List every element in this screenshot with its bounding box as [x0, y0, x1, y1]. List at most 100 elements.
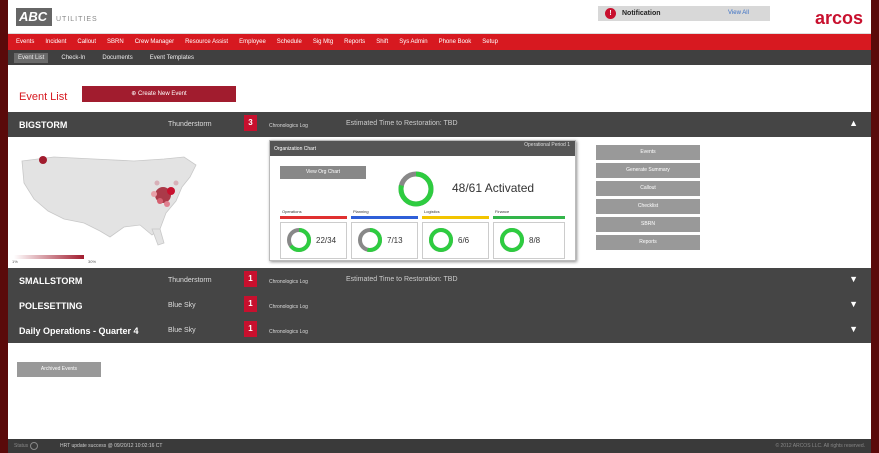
nav-item-sbrn[interactable]: SBRN	[107, 39, 124, 45]
chevron-down-icon[interactable]: ▼	[849, 324, 858, 334]
category-count: 6/6	[458, 236, 470, 245]
nav-item-resource-assist[interactable]: Resource Assist	[185, 39, 228, 45]
event-name: POLESETTING	[19, 301, 83, 311]
event-row-polesetting[interactable]: POLESETTING Blue Sky 1 Chronologics Log …	[8, 293, 871, 318]
event-details-bigstorm: 1% 30% Organization Chart Operational Pe…	[8, 137, 871, 268]
view-org-chart-button[interactable]: View Org Chart	[280, 166, 366, 179]
impact-marker	[151, 191, 157, 197]
florida-outline	[151, 228, 165, 246]
event-name: Daily Operations - Quarter 4	[19, 326, 139, 336]
chronologics-log-link[interactable]: Chronologics Log	[269, 329, 308, 335]
event-count-badge: 1	[244, 271, 257, 287]
view-all-link[interactable]: View All	[728, 6, 749, 21]
category-count: 22/34	[316, 236, 337, 245]
category-operations: Operations 22/34	[280, 209, 347, 262]
create-button-label: Create New Event	[138, 91, 187, 97]
category-color-bar	[422, 216, 489, 219]
category-count: 8/8	[529, 236, 541, 245]
nav-item-shift[interactable]: Shift	[376, 39, 388, 45]
org-chart-title: Organization Chart	[274, 146, 316, 152]
status-label: Status	[14, 443, 29, 449]
archived-events-button[interactable]: Archived Events	[17, 362, 101, 377]
category-box[interactable]: 22/34	[280, 222, 347, 259]
organization-chart-panel: Organization Chart Operational Period 1 …	[269, 140, 576, 261]
chevron-down-icon[interactable]: ▼	[849, 299, 858, 309]
app-window: ABC UTILITIES ! Notification View All ar…	[8, 0, 871, 453]
nav-item-crew-manager[interactable]: Crew Manager	[135, 39, 174, 45]
chevron-down-icon[interactable]: ▼	[849, 274, 858, 284]
event-count-badge: 1	[244, 296, 257, 312]
callout-button[interactable]: Callout	[596, 181, 700, 196]
company-subtitle: UTILITIES	[56, 16, 98, 23]
category-label: Operations	[282, 209, 302, 214]
category-color-bar	[280, 216, 347, 219]
org-chart-header: Organization Chart Operational Period 1	[270, 141, 575, 156]
category-planning: Planning 7/13	[351, 209, 418, 262]
nav-item-reports[interactable]: Reports	[344, 39, 365, 45]
impact-marker	[39, 156, 47, 164]
category-box[interactable]: 8/8	[493, 222, 565, 259]
category-color-bar	[493, 216, 565, 219]
subnav-item-documents[interactable]: Documents	[98, 53, 136, 63]
chronologics-log-link[interactable]: Chronologics Log	[269, 304, 308, 310]
activated-count: 48/61 Activated	[452, 181, 535, 195]
notification-label: Notification	[622, 10, 661, 17]
category-label: Finance	[495, 209, 510, 214]
main-nav: Events Incident Callout SBRN Crew Manage…	[8, 34, 871, 50]
sbrn-button[interactable]: SBRN	[596, 217, 700, 232]
checklist-button[interactable]: Checklist	[596, 199, 700, 214]
create-new-event-button[interactable]: ⊕ Create New Event	[82, 86, 236, 102]
nav-item-incident[interactable]: Incident	[45, 39, 66, 45]
reports-button[interactable]: Reports	[596, 235, 700, 250]
nav-item-phone-book[interactable]: Phone Book	[439, 39, 472, 45]
event-row-daily-operations[interactable]: Daily Operations - Quarter 4 Blue Sky 1 …	[8, 318, 871, 343]
event-row-smallstorm[interactable]: SMALLSTORM Thunderstorm 1 Chronologics L…	[8, 268, 871, 293]
nav-item-callout[interactable]: Callout	[77, 39, 96, 45]
event-etr: Estimated Time to Restoration: TBD	[346, 120, 458, 127]
nav-item-sig-mtg[interactable]: Sig Mtg	[313, 39, 333, 45]
category-box[interactable]: 6/6	[422, 222, 489, 259]
nav-item-employee[interactable]: Employee	[239, 39, 266, 45]
subnav-item-event-list[interactable]: Event List	[14, 52, 49, 63]
category-label: Logistics	[424, 209, 440, 214]
event-type: Blue Sky	[168, 327, 196, 334]
info-icon[interactable]	[30, 442, 38, 450]
nav-item-events[interactable]: Events	[16, 39, 34, 45]
impact-marker	[157, 198, 163, 204]
impact-marker	[167, 187, 175, 195]
category-count: 7/13	[387, 236, 403, 245]
map-legend-gradient	[14, 255, 84, 259]
arcos-brand-logo: arcos	[814, 8, 863, 28]
alert-icon: !	[605, 8, 616, 19]
operations-ring	[287, 228, 311, 252]
update-status-text: HRT update success @ 09/20/12 10:02:16 C…	[60, 443, 163, 449]
event-actions: Events Generate Summary Callout Checklis…	[596, 145, 700, 253]
impact-marker	[154, 180, 160, 186]
event-type: Thunderstorm	[168, 277, 212, 284]
event-type: Thunderstorm	[168, 121, 212, 128]
subnav-item-check-in[interactable]: Check-In	[57, 53, 89, 63]
event-name: BIGSTORM	[19, 120, 68, 130]
chronologics-log-link[interactable]: Chronologics Log	[269, 279, 308, 285]
planning-ring	[358, 228, 382, 252]
subnav-item-event-templates[interactable]: Event Templates	[146, 53, 198, 63]
finance-ring-fill	[500, 228, 524, 252]
generate-summary-button[interactable]: Generate Summary	[596, 163, 700, 178]
notification-bar[interactable]: ! Notification View All	[598, 6, 770, 21]
status-footer: Status HRT update success @ 09/20/12 10:…	[8, 439, 871, 453]
events-button[interactable]: Events	[596, 145, 700, 160]
category-box[interactable]: 7/13	[351, 222, 418, 259]
logistics-ring	[429, 228, 453, 252]
chronologics-log-link[interactable]: Chronologics Log	[269, 123, 308, 129]
event-name: SMALLSTORM	[19, 276, 83, 286]
copyright-text: © 2012 ARCOS LLC. All rights reserved.	[775, 443, 865, 449]
chevron-up-icon[interactable]: ▲	[849, 118, 858, 128]
event-row-bigstorm[interactable]: BIGSTORM Thunderstorm 3 Chronologics Log…	[8, 112, 871, 137]
top-bar: ABC UTILITIES ! Notification View All ar…	[8, 0, 871, 34]
nav-item-setup[interactable]: Setup	[482, 39, 498, 45]
category-logistics: Logistics 6/6	[422, 209, 489, 262]
nav-item-schedule[interactable]: Schedule	[277, 39, 302, 45]
nav-item-sys-admin[interactable]: Sys Admin	[399, 39, 427, 45]
company-logo: ABC	[16, 8, 52, 26]
finance-ring	[500, 228, 524, 252]
